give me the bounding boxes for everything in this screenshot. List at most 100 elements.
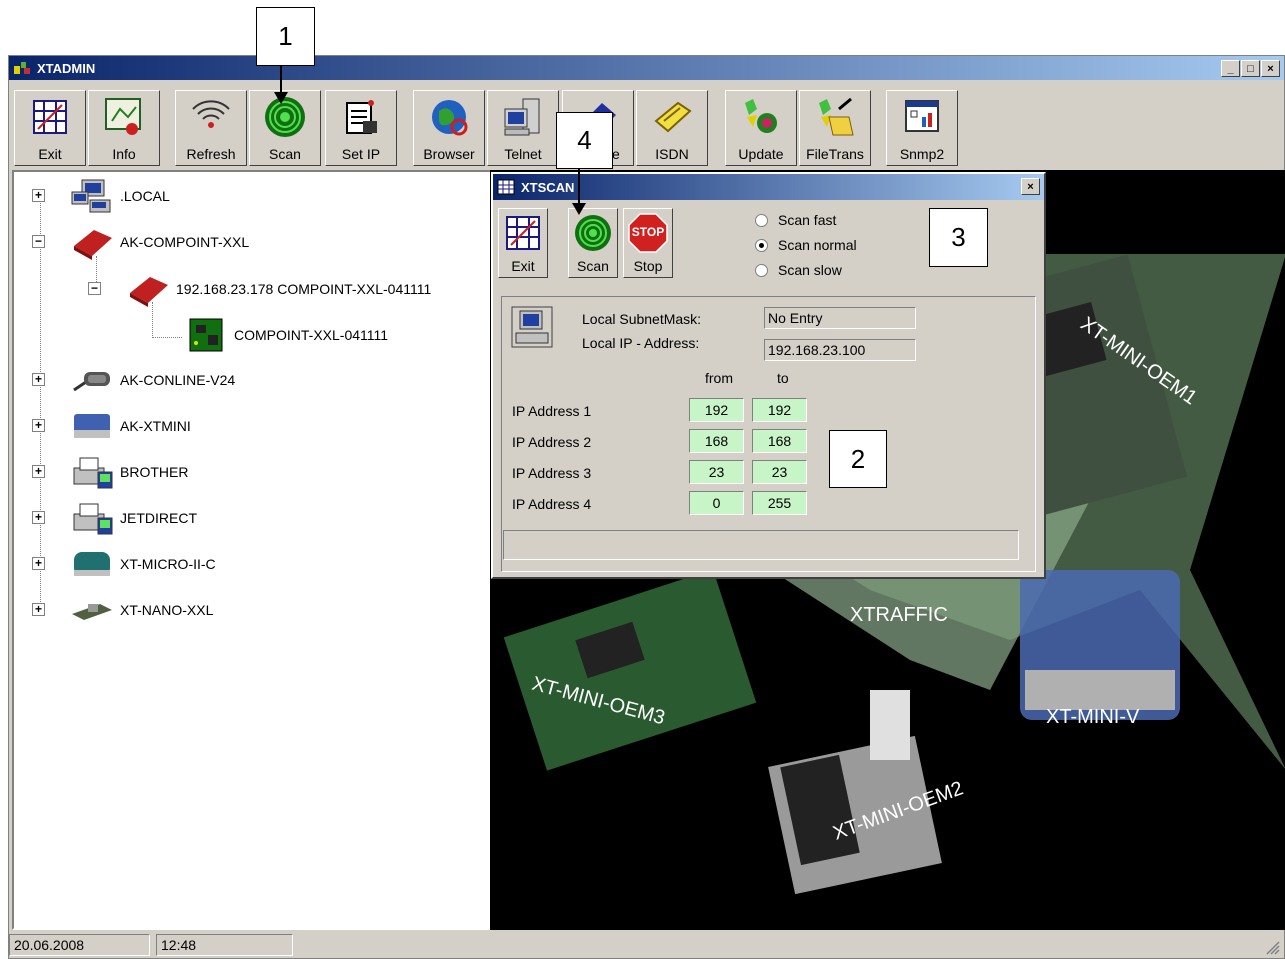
exit-grid-icon [28, 95, 72, 139]
tree-item-ak-conline-v24[interactable]: + AK-CONLINE-V24 [32, 360, 235, 400]
setip-icon [339, 95, 383, 139]
scan-slow-radio[interactable]: Scan slow [755, 262, 842, 278]
tree-item-ak-compoint-xxl[interactable]: − AK-COMPOINT-XXL [32, 222, 249, 262]
from-header: from [705, 370, 733, 386]
callout-1-arrow [274, 66, 288, 104]
update-label: Update [738, 146, 784, 162]
update-button[interactable]: Update [725, 90, 797, 166]
app-icon [13, 60, 31, 76]
expand-plus-icon[interactable]: + [32, 557, 45, 570]
minimize-button[interactable]: _ [1221, 60, 1240, 77]
refresh-label: Refresh [186, 146, 236, 162]
globe-icon [427, 95, 471, 139]
ip4-from-input[interactable]: 0 [689, 491, 744, 515]
collapse-minus-icon[interactable]: − [32, 235, 45, 248]
scan-normal-label: Scan normal [778, 237, 857, 253]
connector-icon [70, 546, 114, 582]
board-icon [70, 592, 114, 628]
xtscan-stop-button[interactable]: STOP Stop [623, 208, 673, 278]
tree-item-label: XT-MICRO-II-C [120, 556, 216, 572]
setip-button[interactable]: Set IP [325, 90, 397, 166]
expand-plus-icon[interactable]: + [32, 189, 45, 202]
filetrans-button[interactable]: FileTrans [799, 90, 871, 166]
scan-fast-radio[interactable]: Scan fast [755, 212, 836, 228]
network-computer-icon [70, 178, 114, 214]
localip-field: 192.168.23.100 [764, 339, 916, 361]
tree-item-label: COMPOINT-XXL-041111 [234, 327, 389, 343]
ip1-to-input[interactable]: 192 [752, 398, 807, 422]
isdn-label: ISDN [655, 146, 689, 162]
xtscan-title-bar: XTSCAN × [493, 174, 1044, 200]
title-bar: XTADMIN _ □ × [9, 56, 1284, 80]
callout-2: 2 [829, 430, 887, 488]
setip-label: Set IP [341, 146, 381, 162]
xtscan-scan-label: Scan [577, 258, 609, 274]
telnet-button[interactable]: Telnet [487, 90, 559, 166]
expand-plus-icon[interactable]: + [32, 419, 45, 432]
filetrans-label: FileTrans [806, 146, 864, 162]
tree-item-local[interactable]: + .LOCAL [32, 176, 170, 216]
exit-button[interactable]: Exit [14, 90, 86, 166]
wireless-icon [189, 95, 233, 139]
to-header: to [777, 370, 789, 386]
telnet-label: Telnet [504, 146, 542, 162]
subnet-label: Local SubnetMask: [582, 311, 702, 327]
ip3-from-input[interactable]: 23 [689, 460, 744, 484]
expand-plus-icon[interactable]: + [32, 603, 45, 616]
local-computer-icon [510, 305, 554, 349]
ip-address-1-label: IP Address 1 [512, 403, 592, 419]
info-button[interactable]: Info [88, 90, 160, 166]
expand-plus-icon[interactable]: + [32, 465, 45, 478]
tree-item-label: BROTHER [120, 464, 189, 480]
tree-item-compoint-ip[interactable]: − 192.168.23.178 COMPOINT-XXL-041111 [88, 269, 431, 309]
tree-item-xt-nano-xxl[interactable]: + XT-NANO-XXL [32, 590, 213, 630]
close-button[interactable]: × [1261, 60, 1280, 77]
ip4-to-input[interactable]: 255 [752, 491, 807, 515]
callout-4-arrow [572, 169, 586, 215]
resize-grip-icon[interactable] [1266, 941, 1280, 955]
tree-item-compoint-xxl-041111[interactable]: COMPOINT-XXL-041111 [144, 315, 388, 355]
red-device-icon [70, 224, 114, 260]
stop-sign-icon: STOP [628, 213, 668, 253]
xtscan-close-button[interactable]: × [1021, 178, 1040, 195]
browser-label: Browser [423, 146, 475, 162]
xtscan-scan-button[interactable]: Scan [568, 208, 618, 278]
device-tree[interactable]: + .LOCAL − AK-COMPOINT-XXL − 192.168.23.… [12, 170, 492, 930]
ip1-from-input[interactable]: 192 [689, 398, 744, 422]
tree-item-brother[interactable]: + BROTHER [32, 452, 188, 492]
ip2-from-input[interactable]: 168 [689, 429, 744, 453]
tree-item-label: AK-CONLINE-V24 [120, 372, 236, 388]
info-icon [102, 95, 146, 139]
expand-plus-icon[interactable]: + [32, 511, 45, 524]
isdn-icon [650, 95, 694, 139]
expand-plus-icon[interactable]: + [32, 373, 45, 386]
tree-item-label: JETDIRECT [120, 510, 197, 526]
xtscan-exit-label: Exit [511, 258, 535, 274]
scan-normal-radio[interactable]: Scan normal [755, 237, 857, 253]
maximize-button[interactable]: □ [1241, 60, 1260, 77]
status-bar: 20.06.2008 12:48 [9, 930, 1284, 958]
printer-icon [70, 500, 114, 536]
tree-item-ak-xtmini[interactable]: + AK-XTMINI [32, 406, 191, 446]
refresh-button[interactable]: Refresh [175, 90, 247, 166]
ip3-to-input[interactable]: 23 [752, 460, 807, 484]
tree-item-jetdirect[interactable]: + JETDIRECT [32, 498, 197, 538]
collapse-minus-icon[interactable]: − [88, 282, 101, 295]
tree-item-label: .LOCAL [120, 188, 170, 204]
tree-item-xt-micro-ii-c[interactable]: + XT-MICRO-II-C [32, 544, 216, 584]
status-time: 12:48 [156, 934, 293, 956]
xtscan-title: XTSCAN [521, 179, 575, 195]
product-label-miniv: XT-MINI-V [1046, 706, 1140, 728]
snmp2-button[interactable]: Snmp2 [886, 90, 958, 166]
radio-icon [755, 213, 768, 227]
stop-sign-text: STOP [631, 225, 665, 239]
browser-button[interactable]: Browser [413, 90, 485, 166]
modem-icon [70, 408, 114, 444]
scan-progress-bar [503, 530, 1019, 560]
isdn-button[interactable]: ISDN [636, 90, 708, 166]
xtscan-app-icon [497, 179, 515, 195]
red-device-icon [126, 271, 170, 307]
ip2-to-input[interactable]: 168 [752, 429, 807, 453]
tree-item-label: XT-NANO-XXL [120, 602, 214, 618]
xtscan-exit-button[interactable]: Exit [498, 208, 548, 278]
